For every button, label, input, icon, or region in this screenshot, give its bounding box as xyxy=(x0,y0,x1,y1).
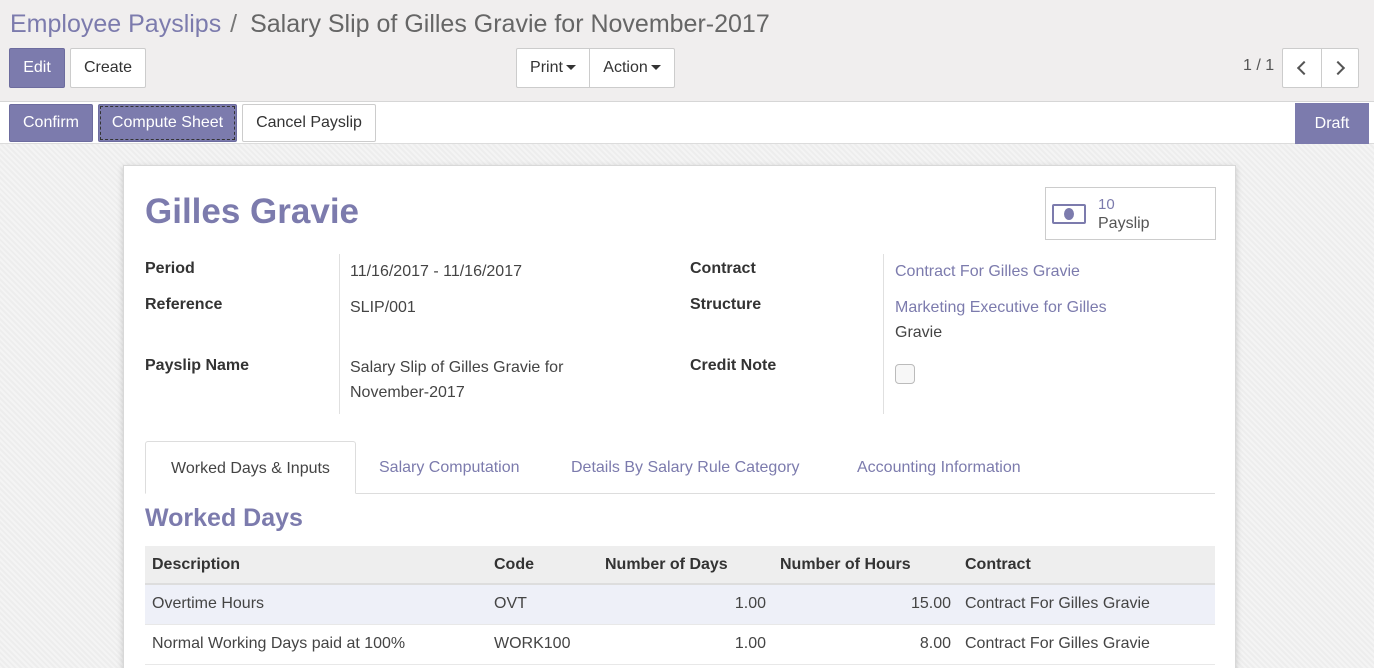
control-panel: Employee Payslips / Salary Slip of Gille… xyxy=(0,0,1374,102)
pager-previous-button[interactable] xyxy=(1282,48,1322,88)
right-group-divider xyxy=(883,254,884,414)
payslip-smart-button[interactable]: 10 Payslip xyxy=(1045,187,1216,240)
cell-number-of-days: 1.00 xyxy=(598,584,773,625)
column-header-contract[interactable]: Contract xyxy=(958,546,1215,585)
cell-description: Overtime Hours xyxy=(145,584,487,625)
cancel-payslip-button[interactable]: Cancel Payslip xyxy=(242,104,376,142)
chevron-left-icon xyxy=(1296,60,1312,76)
caret-down-icon xyxy=(565,65,576,71)
structure-link-line-2[interactable]: Gravie xyxy=(895,320,942,345)
credit-note-checkbox[interactable] xyxy=(895,364,915,384)
status-draft[interactable]: Draft xyxy=(1295,103,1369,144)
breadcrumb-separator: / xyxy=(230,10,238,38)
table-header-row: Description Code Number of Days Number o… xyxy=(145,546,1215,585)
form-statusbar: Confirm Compute Sheet Cancel Payslip Dra… xyxy=(0,102,1374,144)
employee-name: Gilles Gravie xyxy=(145,192,360,231)
worked-days-table: Description Code Number of Days Number o… xyxy=(145,546,1215,665)
column-header-number-of-hours[interactable]: Number of Hours xyxy=(773,546,958,585)
caret-down-icon xyxy=(650,65,661,71)
breadcrumb-current: Salary Slip of Gilles Gravie for Novembe… xyxy=(250,10,770,38)
payslip-name-line-1: Salary Slip of Gilles Gravie for xyxy=(350,359,564,376)
cell-contract: Contract For Gilles Gravie xyxy=(958,624,1215,665)
payslip-name-line-2: November-2017 xyxy=(350,384,465,401)
contract-label: Contract xyxy=(690,260,756,277)
cell-number-of-hours: 8.00 xyxy=(773,624,958,665)
payslip-sheet: Gilles Gravie 10 Payslip Period 11/16/20… xyxy=(123,165,1236,668)
table-row[interactable]: Normal Working Days paid at 100% WORK100… xyxy=(145,624,1215,665)
pager-value[interactable]: 1 / 1 xyxy=(1243,57,1274,75)
reference-value: SLIP/001 xyxy=(350,299,416,316)
breadcrumb-link-employee-payslips[interactable]: Employee Payslips xyxy=(10,10,221,38)
confirm-button[interactable]: Confirm xyxy=(9,104,93,142)
cell-code: OVT xyxy=(487,584,598,625)
action-label: Action xyxy=(603,59,648,76)
create-button[interactable]: Create xyxy=(70,48,146,88)
money-icon xyxy=(1052,204,1086,224)
column-header-number-of-days[interactable]: Number of Days xyxy=(598,546,773,585)
credit-note-label: Credit Note xyxy=(690,357,777,374)
breadcrumb: Employee Payslips / Salary Slip of Gille… xyxy=(10,9,770,39)
cell-code: WORK100 xyxy=(487,624,598,665)
column-header-code[interactable]: Code xyxy=(487,546,598,585)
edit-button[interactable]: Edit xyxy=(9,48,65,88)
compute-sheet-button[interactable]: Compute Sheet xyxy=(98,104,237,142)
print-dropdown-button[interactable]: Print xyxy=(516,48,590,88)
cell-description: Normal Working Days paid at 100% xyxy=(145,624,487,665)
cell-number-of-hours: 15.00 xyxy=(773,584,958,625)
worked-days-title: Worked Days xyxy=(145,504,303,532)
chevron-right-icon xyxy=(1330,60,1346,76)
print-label: Print xyxy=(530,59,563,76)
contract-link[interactable]: Contract For Gilles Gravie xyxy=(895,259,1080,284)
column-header-description[interactable]: Description xyxy=(145,546,487,585)
reference-label: Reference xyxy=(145,296,223,313)
tab-accounting-information[interactable]: Accounting Information xyxy=(857,441,1021,494)
tab-worked-days-inputs[interactable]: Worked Days & Inputs xyxy=(145,441,356,494)
payslip-count: 10 xyxy=(1098,196,1115,213)
action-dropdown-button[interactable]: Action xyxy=(589,48,675,88)
structure-link[interactable]: Marketing Executive for Gilles xyxy=(895,295,1107,320)
payslip-smart-label: Payslip xyxy=(1098,215,1150,232)
tab-details-by-salary-rule-category[interactable]: Details By Salary Rule Category xyxy=(571,441,800,494)
payslip-name-label: Payslip Name xyxy=(145,357,250,374)
left-group-divider xyxy=(339,254,340,414)
cell-contract: Contract For Gilles Gravie xyxy=(958,584,1215,625)
period-label: Period xyxy=(145,260,195,277)
table-row[interactable]: Overtime Hours OVT 1.00 15.00 Contract F… xyxy=(145,584,1215,625)
structure-label: Structure xyxy=(690,296,762,313)
period-value: 11/16/2017 - 11/16/2017 xyxy=(350,263,522,280)
pager-next-button[interactable] xyxy=(1321,48,1359,88)
tab-salary-computation[interactable]: Salary Computation xyxy=(379,441,520,494)
cell-number-of-days: 1.00 xyxy=(598,624,773,665)
